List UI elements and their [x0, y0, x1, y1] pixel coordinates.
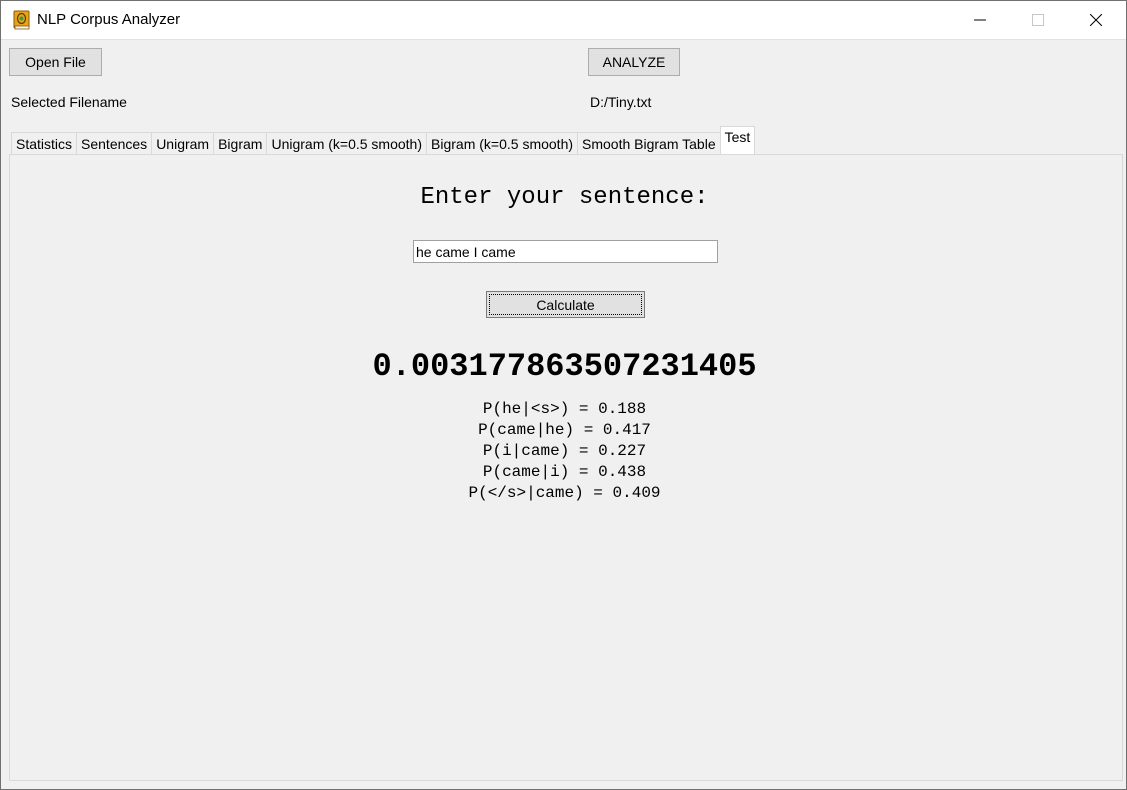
- probability-line: P(</s>|came) = 0.409: [468, 484, 661, 502]
- maximize-button[interactable]: [1009, 1, 1067, 39]
- probability-result: 0.003177863507231405: [372, 348, 757, 385]
- window-title: NLP Corpus Analyzer: [37, 11, 181, 28]
- tab-test[interactable]: Test: [719, 126, 756, 154]
- book-icon: [13, 10, 30, 30]
- close-button[interactable]: [1067, 1, 1125, 39]
- app-window: NLP Corpus Analyzer Open File ANALYZE Se…: [0, 0, 1127, 790]
- probability-line: P(i|came) = 0.227: [482, 442, 647, 460]
- bigram-probabilities: P(he|<s>) = 0.188 P(came|he) = 0.417 P(i…: [1, 399, 1127, 504]
- selected-filename-value: D:/Tiny.txt: [590, 94, 652, 110]
- minimize-button[interactable]: [951, 1, 1009, 39]
- tab-unigram-smooth[interactable]: Unigram (k=0.5 smooth): [266, 132, 428, 154]
- maximize-icon: [1032, 14, 1044, 26]
- minimize-icon: [974, 19, 986, 21]
- tab-smooth-bigram-table[interactable]: Smooth Bigram Table: [577, 132, 721, 154]
- probability-line: P(he|<s>) = 0.188: [482, 400, 647, 418]
- probability-line: P(came|he) = 0.417: [478, 421, 651, 439]
- sentence-input[interactable]: [413, 240, 718, 263]
- tab-unigram[interactable]: Unigram: [151, 132, 215, 154]
- close-icon: [1090, 14, 1102, 26]
- tab-bigram[interactable]: Bigram: [213, 132, 268, 154]
- tab-sentences[interactable]: Sentences: [76, 132, 153, 154]
- probability-line: P(came|i) = 0.438: [482, 463, 647, 481]
- analyze-button[interactable]: ANALYZE: [588, 48, 680, 76]
- tab-statistics[interactable]: Statistics: [11, 132, 78, 154]
- selected-filename-label: Selected Filename: [11, 94, 127, 110]
- tab-bar: Statistics Sentences Unigram Bigram Unig…: [11, 126, 756, 155]
- calculate-button[interactable]: Calculate: [486, 291, 645, 318]
- sentence-prompt: Enter your sentence:: [420, 184, 709, 211]
- open-file-button[interactable]: Open File: [9, 48, 102, 76]
- tab-bigram-smooth[interactable]: Bigram (k=0.5 smooth): [426, 132, 579, 154]
- title-bar[interactable]: NLP Corpus Analyzer: [1, 1, 1126, 40]
